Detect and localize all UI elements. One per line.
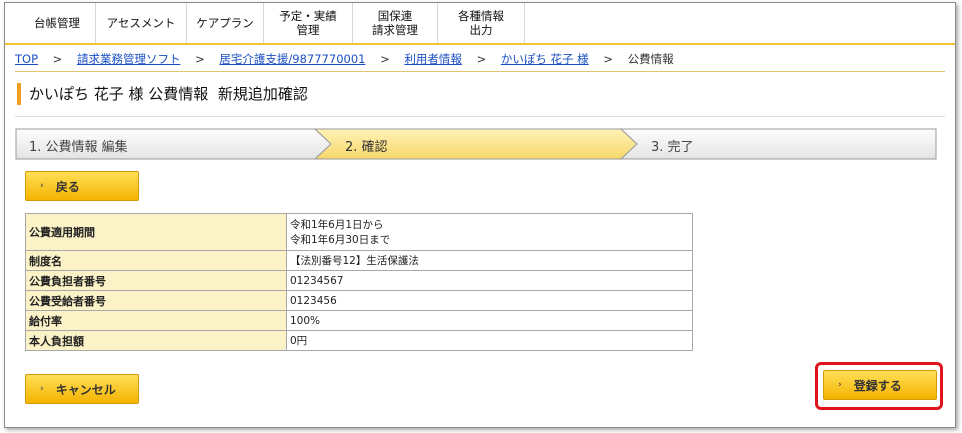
row-label: 公費適用期間 [25,213,287,251]
breadcrumb-user-name[interactable]: かいぽち 花子 様 [501,52,589,66]
breadcrumb-sep: > [603,52,613,66]
title-accent-bar [17,83,21,105]
step-indicator: 1. 公費情報 編集 2. 確認 3. 完了 [15,128,937,160]
nav-output-label: 各種情報 出力 [458,9,504,37]
breadcrumb-sep: > [195,52,205,66]
row-value: 100% [286,310,693,331]
nav-assessment[interactable]: アセスメント [96,3,187,43]
period-start: 令和1年6月1日から [290,219,384,231]
cancel-button-label: キャンセル [55,382,116,397]
step-arrows [15,128,937,160]
row-value: 0123456 [286,290,693,311]
row-label: 制度名 [25,250,287,271]
breadcrumb-office[interactable]: 居宅介護支援/9877770001 [219,52,365,66]
nav-careplan-label: ケアプラン [196,16,254,30]
breadcrumb-user-info[interactable]: 利用者情報 [404,52,462,66]
nav-schedule[interactable]: 予定・実績 管理 [264,3,353,43]
row-label: 公費受給者番号 [25,290,287,311]
row-value: 【法別番号12】生活保護法 [286,250,693,271]
nav-billing[interactable]: 国保連 請求管理 [353,3,438,43]
table-row: 本人負担額 0円 [25,330,693,351]
title-divider [15,116,945,117]
row-value: 0円 [286,330,693,351]
breadcrumb-sep: > [476,52,487,66]
back-button-label: 戻る [55,179,80,194]
table-row: 公費適用期間 令和1年6月1日から 令和1年6月30日まで [25,213,693,251]
window-frame: 台帳管理 アセスメント ケアプラン 予定・実績 管理 国保連 請求管理 各種情報… [4,2,956,428]
nav-output[interactable]: 各種情報 出力 [438,3,525,43]
top-nav: 台帳管理 アセスメント ケアプラン 予定・実績 管理 国保連 請求管理 各種情報… [5,3,955,45]
breadcrumb: TOP > 請求業務管理ソフト > 居宅介護支援/9877770001 > 利用… [15,51,674,67]
nav-assessment-label: アセスメント [106,16,176,30]
chevron-right-icon: › [40,181,44,191]
table-row: 給付率 100% [25,310,693,331]
row-value: 01234567 [286,270,693,291]
period-end: 令和1年6月30日まで [290,234,391,246]
step-1-label: 1. 公費情報 編集 [29,140,128,155]
step-3-label: 3. 完了 [651,140,694,155]
back-button[interactable]: › 戻る [25,171,139,201]
breadcrumb-top[interactable]: TOP [15,52,38,66]
table-row: 公費負担者番号 01234567 [25,270,693,291]
breadcrumb-sep: > [380,52,390,66]
table-row: 制度名 【法別番号12】生活保護法 [25,250,693,271]
step-2-label: 2. 確認 [345,140,388,155]
nav-ledger[interactable]: 台帳管理 [19,3,96,43]
nav-ledger-label: 台帳管理 [34,16,80,30]
chevron-right-icon: › [40,384,44,394]
breadcrumb-divider [15,71,945,72]
table-row: 公費受給者番号 0123456 [25,290,693,311]
register-highlight-box [815,362,943,410]
row-label: 本人負担額 [25,330,287,351]
nav-careplan[interactable]: ケアプラン [187,3,264,43]
row-label: 給付率 [25,310,287,331]
page-title: かいぽち 花子 様 公費情報 新規追加確認 [29,85,308,103]
cancel-button[interactable]: › キャンセル [25,374,139,404]
row-label: 公費負担者番号 [25,270,287,291]
breadcrumb-billing-software[interactable]: 請求業務管理ソフト [77,52,181,66]
breadcrumb-current: 公費情報 [627,52,674,66]
nav-schedule-label: 予定・実績 管理 [279,9,337,37]
row-value: 令和1年6月1日から 令和1年6月30日まで [286,213,693,251]
breadcrumb-sep: > [52,52,63,66]
nav-billing-label: 国保連 請求管理 [372,9,418,37]
public-expense-table: 公費適用期間 令和1年6月1日から 令和1年6月30日まで 制度名 【法別番号1… [25,213,693,351]
